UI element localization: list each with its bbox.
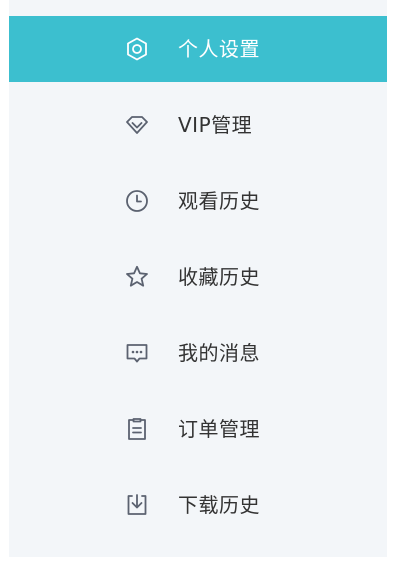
sidebar-item-label: 观看历史: [178, 189, 260, 213]
download-icon: [124, 492, 150, 518]
sidebar-item-label: 下载历史: [178, 493, 260, 517]
sidebar-item-my-messages[interactable]: 我的消息: [9, 320, 387, 386]
sidebar-item-watch-history[interactable]: 观看历史: [9, 168, 387, 234]
sidebar-item-personal-settings[interactable]: 个人设置: [9, 16, 387, 82]
order-icon: [124, 416, 150, 442]
clock-icon: [124, 188, 150, 214]
sidebar-item-order-management[interactable]: 订单管理: [9, 396, 387, 462]
sidebar-item-label: 订单管理: [178, 417, 260, 441]
sidebar-item-label: 收藏历史: [178, 265, 260, 289]
settings-icon: [124, 36, 150, 62]
sidebar-item-label: VIP管理: [178, 113, 253, 137]
sidebar-item-label: 个人设置: [178, 37, 260, 61]
star-icon: [124, 264, 150, 290]
sidebar-item-label: 我的消息: [178, 341, 260, 365]
sidebar-item-favorites-history[interactable]: 收藏历史: [9, 244, 387, 310]
sidebar-menu: 个人设置 VIP管理 观看历史 收藏历史 我的消息 订单管理 下载历史: [9, 16, 387, 548]
diamond-icon: [124, 112, 150, 138]
sidebar-item-download-history[interactable]: 下载历史: [9, 472, 387, 538]
message-icon: [124, 340, 150, 366]
sidebar-panel: 个人设置 VIP管理 观看历史 收藏历史 我的消息 订单管理 下载历史: [9, 0, 387, 557]
sidebar-item-vip-management[interactable]: VIP管理: [9, 92, 387, 158]
